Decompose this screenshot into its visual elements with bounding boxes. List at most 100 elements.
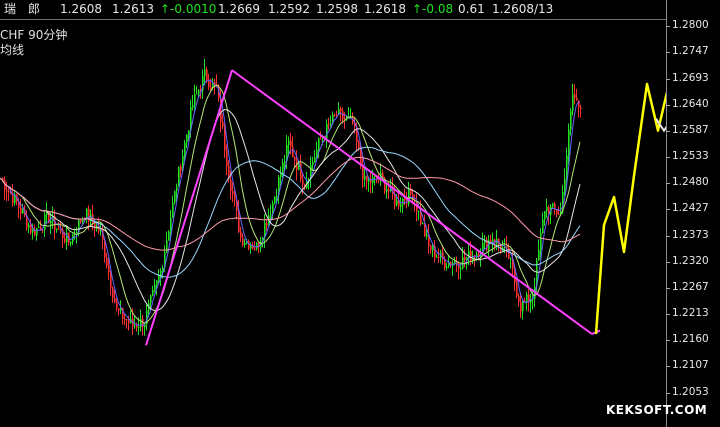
candle-body (94, 222, 96, 229)
candle-body (292, 146, 294, 158)
y-tick-label: 1.2693 (672, 71, 709, 84)
candle-body (522, 301, 524, 312)
candle-body (242, 237, 244, 246)
y-tick-label: 1.2160 (672, 333, 709, 346)
candle-body (158, 275, 160, 281)
y-tick-mark (666, 104, 670, 106)
candle-body (114, 297, 116, 303)
candle-body (530, 300, 532, 303)
ma_green-line (0, 84, 581, 324)
candle-body (446, 266, 448, 268)
y-tick-mark (666, 157, 670, 159)
candle-body (118, 308, 120, 311)
y-tick-label: 1.2107 (672, 359, 709, 372)
candle-body (334, 114, 336, 116)
candle-body (198, 90, 200, 94)
candle-body (364, 176, 366, 180)
candle-body (58, 228, 60, 230)
candle-body (40, 227, 42, 230)
candle-body (6, 190, 8, 192)
y-tick-mark (666, 78, 670, 80)
y-tick-mark (666, 130, 670, 132)
candle-body (460, 268, 462, 270)
candle-body (318, 138, 320, 150)
candle-body (436, 256, 438, 258)
candle-body (330, 123, 332, 125)
candle-body (34, 229, 36, 236)
candle-body (208, 81, 210, 88)
candle-body (396, 200, 398, 205)
trendline (145, 69, 233, 346)
candle-body (302, 179, 304, 185)
candle-body (342, 111, 344, 120)
candle-body (234, 194, 236, 201)
candle-body (430, 245, 432, 251)
candle-body (172, 202, 174, 218)
candle-body (538, 250, 540, 261)
candle-body (312, 161, 314, 166)
candle-body (280, 174, 282, 177)
candle-body (314, 157, 316, 162)
candle-body (106, 257, 108, 266)
candle-body (250, 245, 252, 249)
candle-body (210, 87, 212, 89)
candle-body (546, 207, 548, 212)
candle-body (358, 141, 360, 149)
candle-body (340, 108, 342, 112)
candle-body (464, 257, 466, 261)
candle-body (578, 100, 580, 108)
candle-body (160, 270, 162, 276)
candle-body (230, 179, 232, 192)
y-tick-mark (666, 261, 670, 263)
candle-body (170, 217, 172, 232)
candle-body (576, 98, 578, 101)
candle-body (156, 280, 158, 285)
candle-body (418, 210, 420, 212)
y-tick-label: 1.2800 (672, 19, 709, 31)
watermark: KEKSOFT.COM (606, 403, 708, 417)
candle-body (378, 179, 380, 181)
candle-body (426, 234, 428, 237)
candle-body (152, 289, 154, 296)
candle-body (244, 242, 246, 246)
candle-body (284, 161, 286, 163)
candle-body (154, 284, 156, 290)
y-tick-label: 1.2640 (672, 97, 709, 110)
candle-body (400, 204, 402, 207)
ma_blue-line (0, 79, 581, 326)
candle-body (196, 93, 198, 95)
candle-body (540, 232, 542, 251)
candle-body (124, 319, 126, 321)
candle-body (192, 105, 194, 108)
candle-body (136, 325, 138, 328)
y-tick-mark (666, 314, 670, 316)
y-tick-mark (666, 393, 670, 394)
candle-body (204, 69, 206, 76)
candle-body (32, 229, 34, 233)
candle-body (180, 166, 182, 171)
y-tick-label: 1.2480 (672, 176, 709, 189)
candle-body (4, 180, 6, 191)
candle-body (20, 207, 22, 214)
y-tick-mark (666, 183, 670, 185)
candle-body (408, 188, 410, 204)
candle-body (552, 203, 554, 207)
candle-body (326, 123, 328, 139)
candle-body (8, 191, 10, 193)
candle-body (422, 223, 424, 225)
y-tick-mark (666, 366, 670, 368)
candle-body (402, 198, 404, 205)
candle-body (30, 224, 32, 233)
y-tick-label: 1.2213 (672, 307, 709, 320)
candle-body (174, 190, 176, 203)
y-tick-mark (666, 52, 670, 54)
price-chart[interactable] (0, 0, 720, 427)
candle-body (226, 150, 228, 167)
candle-body (404, 198, 406, 201)
candle-body (564, 178, 566, 193)
candle-body (56, 228, 58, 230)
candle-body (294, 157, 296, 161)
candle-body (186, 134, 188, 143)
candle-body (134, 325, 136, 327)
candle-body (126, 319, 128, 321)
